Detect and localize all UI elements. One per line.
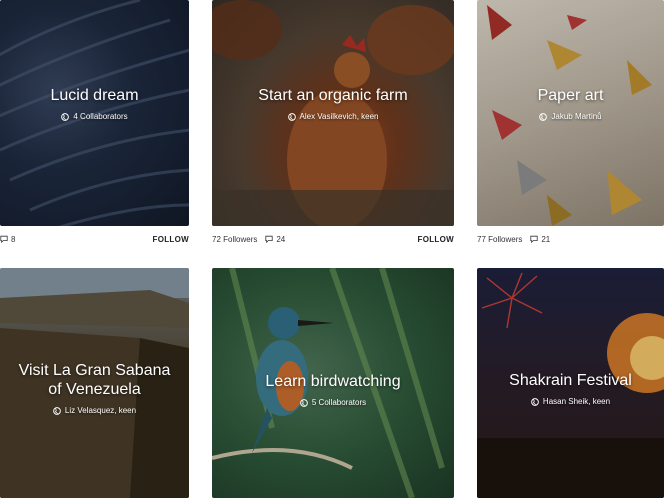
followers-count: 77 Followers [477,234,523,244]
collaborators-text: 4 Collaborators [73,112,128,121]
comments-count: 8 [0,235,15,244]
collaborators-text: Alex Vasilkevich, keen [299,112,379,121]
comments-value: 24 [276,234,286,244]
card-birdwatching[interactable]: Learn birdwatching 5 Collaborators [212,268,454,498]
card-collaborators: Alex Vasilkevich, keen [212,112,454,122]
globe-icon [287,113,296,121]
card-collaborators: 4 Collaborators [0,112,189,122]
follow-button[interactable]: FOLLOW [418,235,454,244]
comments-value: 8 [11,234,16,244]
card-meta-row: 8 FOLLOW [0,233,189,245]
follow-button[interactable]: FOLLOW [153,235,189,244]
card-collaborators: Hasan Sheik, keen [477,397,664,407]
comments-count: 21 [530,235,550,244]
card-collaborators: Jakub Martinů [477,112,664,122]
comment-icon [530,235,538,243]
comment-icon [0,235,8,243]
followers-count: 72 Followers [212,234,258,244]
card-meta-row: 72 Followers 24 FOLLOW [212,233,454,245]
card-title: Paper art [537,87,604,104]
globe-icon [53,407,61,415]
collaborators-text: Hasan Sheik, keen [542,397,611,406]
card-title: Visit La Gran Sabana of Venezuela [18,362,171,398]
globe-icon [531,398,539,406]
card-lucid-dream[interactable]: Lucid dream 4 Collaborators [0,0,189,226]
collaborators-text: 5 Collaborators [311,398,367,407]
card-organic-farm[interactable]: Start an organic farm Alex Vasilkevich, … [212,0,454,226]
comments-count: 24 [265,235,285,244]
collaborators-text: Jakub Martinů [551,112,602,121]
globe-icon [300,399,308,407]
globe-icon [539,113,548,121]
card-shakrain-festival[interactable]: Shakrain Festival Hasan Sheik, keen [477,268,664,498]
comments-value: 21 [541,234,551,244]
globe-icon [61,113,70,121]
card-title: Start an organic farm [258,87,408,104]
card-collaborators: 5 Collaborators [212,398,454,408]
card-paper-art[interactable]: Paper art Jakub Martinů [477,0,664,226]
card-gran-sabana[interactable]: Visit La Gran Sabana of Venezuela Liz Ve… [0,268,189,498]
collaborators-text: Liz Velasquez, keen [64,406,137,415]
card-title: Lucid dream [50,87,139,104]
card-title: Learn birdwatching [265,373,401,390]
card-collaborators: Liz Velasquez, keen [0,406,189,416]
card-title: Shakrain Festival [509,372,632,389]
card-meta-row: 77 Followers 21 [477,233,664,245]
comment-icon [265,235,273,243]
